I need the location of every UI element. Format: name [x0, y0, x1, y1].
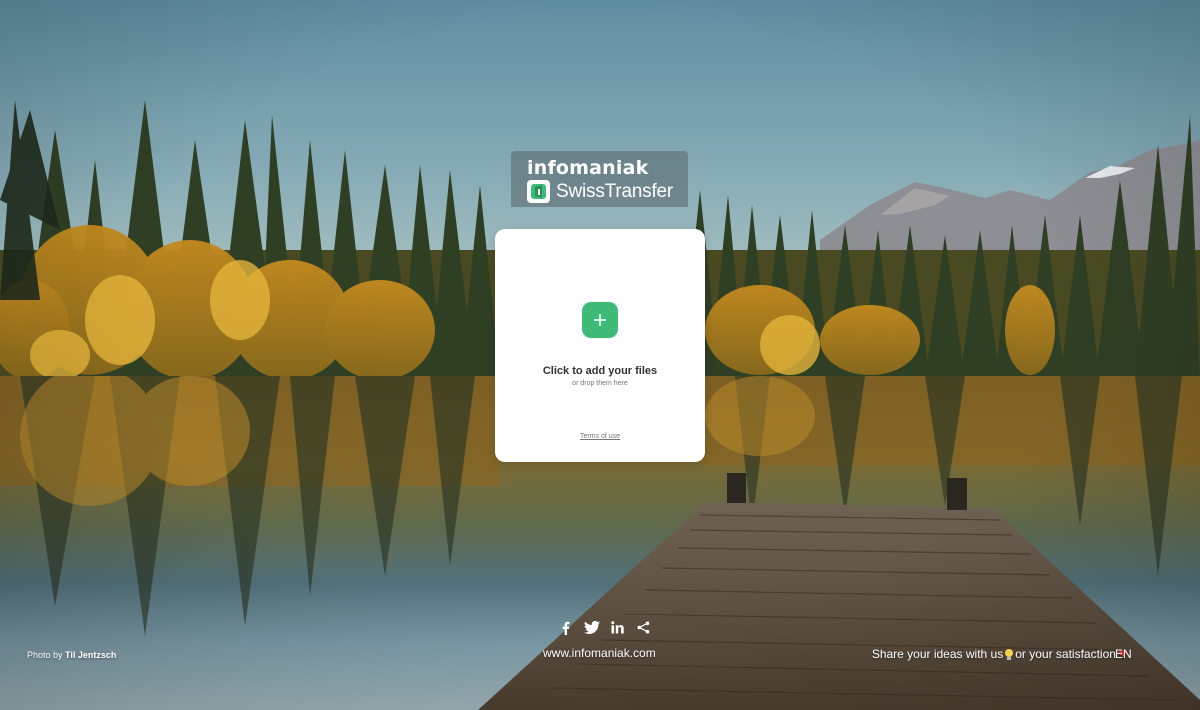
drop-files-hint: or drop them here: [572, 380, 628, 387]
photo-author-link[interactable]: Til Jentzsch: [65, 650, 116, 660]
photo-credit-prefix: Photo by: [27, 650, 63, 660]
add-files-title: Click to add your files: [542, 365, 658, 377]
brand-header: infomaniak SwissTransfer: [511, 151, 688, 207]
terms-of-use-link[interactable]: Terms of use: [495, 433, 705, 440]
upload-dropzone[interactable]: Click to add your files or drop them her…: [495, 229, 705, 462]
share-ideas-link[interactable]: Share your ideas with us: [872, 647, 1003, 661]
satisfaction-link[interactable]: or your satisfaction: [1015, 647, 1116, 661]
plus-icon: [594, 314, 606, 326]
twitter-icon[interactable]: [583, 619, 600, 636]
swisstransfer-logo-icon: [527, 180, 550, 203]
photo-credit: Photo by Til Jentzsch: [27, 650, 116, 660]
share-icon[interactable]: [635, 619, 652, 636]
add-files-button[interactable]: [582, 302, 618, 338]
lightbulb-icon: [1005, 648, 1014, 660]
linkedin-icon[interactable]: [609, 619, 626, 636]
swisstransfer-logo[interactable]: SwissTransfer: [527, 180, 673, 203]
facebook-icon[interactable]: [557, 619, 574, 636]
infomaniak-website-link[interactable]: www.infomaniak.com: [543, 646, 656, 660]
infomaniak-logo[interactable]: infomaniak: [527, 157, 648, 179]
language-selector[interactable]: EN: [1115, 647, 1132, 661]
social-links: [557, 619, 652, 636]
feedback-links: Share your ideas with us or your satisfa…: [872, 647, 1130, 661]
product-name: SwissTransfer: [556, 180, 674, 202]
